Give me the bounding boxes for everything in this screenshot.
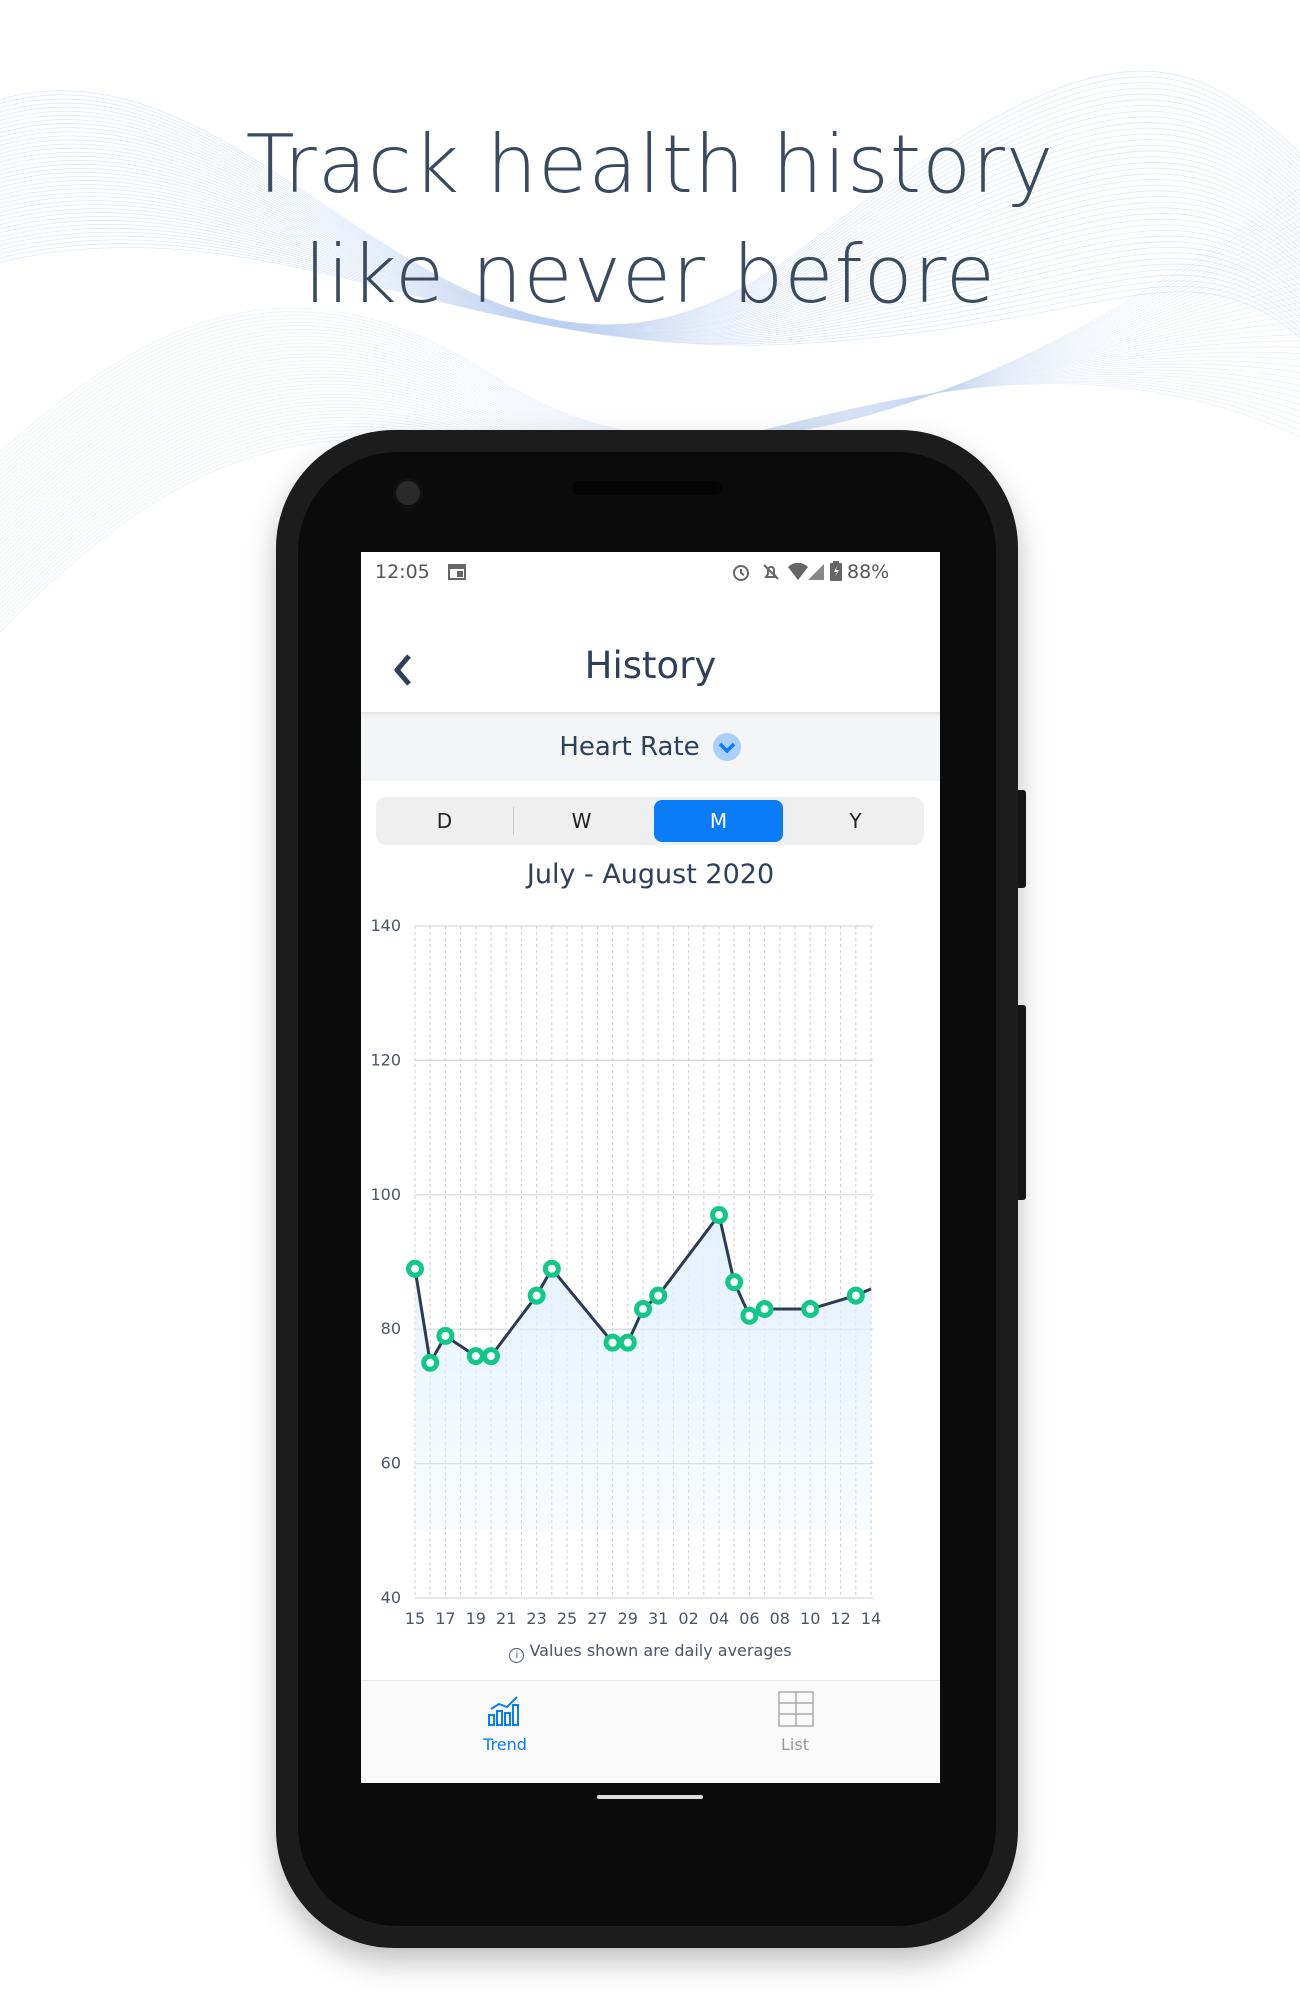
tab-day[interactable]: D: [376, 797, 513, 845]
tab-week[interactable]: W: [513, 797, 650, 845]
x-tick-label: 21: [496, 1609, 516, 1628]
data-point: [801, 1300, 820, 1319]
metric-selector[interactable]: Heart Rate: [361, 712, 940, 781]
x-tick-label: 19: [466, 1609, 486, 1628]
data-point: [710, 1205, 728, 1224]
x-tick-label: 04: [709, 1609, 729, 1628]
tab-month[interactable]: M: [654, 800, 783, 842]
data-point: [725, 1273, 744, 1292]
x-tick-label: 08: [770, 1609, 790, 1628]
wifi-icon: [788, 563, 808, 580]
home-indicator: [597, 1795, 703, 1799]
battery-level: 88%: [847, 561, 890, 583]
tab-year[interactable]: Y: [787, 797, 924, 845]
trend-chart-icon: [488, 1696, 519, 1726]
headline-line-2: like never before: [304, 228, 996, 321]
x-tick-label: 06: [739, 1609, 759, 1628]
volume-button: [1018, 1005, 1026, 1200]
data-point: [649, 1286, 668, 1305]
data-point: [421, 1353, 440, 1372]
headline-line-1: Track health history: [245, 118, 1055, 211]
status-bar: 12:05 88%: [361, 552, 940, 592]
data-point: [603, 1333, 622, 1352]
data-point: [527, 1286, 546, 1305]
x-tick-label: 23: [526, 1609, 546, 1628]
y-tick-label: 60: [381, 1454, 401, 1473]
y-tick-label: 80: [381, 1319, 401, 1338]
y-tick-label: 40: [381, 1588, 401, 1607]
chevron-down-icon: [712, 732, 741, 761]
data-point: [482, 1347, 500, 1366]
data-point: [634, 1300, 652, 1319]
x-tick-label: 12: [830, 1609, 850, 1628]
x-tick-label: 27: [587, 1609, 607, 1628]
footnote: i Values shown are daily averages: [361, 1641, 940, 1663]
x-tick-label: 29: [618, 1609, 638, 1628]
table-grid-icon: [778, 1691, 814, 1727]
data-point: [406, 1259, 424, 1278]
signal-icon: [808, 564, 824, 580]
x-tick-label: 10: [800, 1609, 820, 1628]
x-tick-label: 02: [678, 1609, 698, 1628]
front-camera: [393, 478, 423, 508]
status-time: 12:05: [375, 561, 430, 583]
y-tick-label: 120: [370, 1050, 401, 1069]
period-segmented-control: D W M Y: [376, 797, 924, 845]
footnote-text: Values shown are daily averages: [529, 1641, 792, 1660]
metric-selector-value: Heart Rate: [559, 731, 700, 762]
nav-trend[interactable]: Trend: [425, 1681, 585, 1783]
nav-list-label: List: [781, 1735, 809, 1754]
battery-charging-icon: [830, 561, 842, 581]
info-icon: i: [509, 1648, 525, 1663]
x-tick-label: 15: [405, 1609, 425, 1628]
metric-selector-bar: Heart Rate: [361, 712, 940, 781]
calendar-icon: [448, 564, 466, 580]
data-point: [755, 1300, 774, 1319]
date-range-label: July - August 2020: [526, 859, 775, 890]
earpiece-speaker: [572, 481, 722, 495]
bottom-nav: Trend List: [361, 1680, 940, 1783]
heart-rate-chart: 40 60 80 100 120 140 15 17 19 21 23 25 27 29 31 02 04 06 0…: [370, 916, 881, 1628]
page-title: History: [584, 644, 717, 687]
x-tick-label: 25: [557, 1609, 577, 1628]
x-tick-label: 17: [435, 1609, 455, 1628]
bell-off-icon: [763, 564, 779, 580]
alarm-icon: [733, 565, 749, 581]
data-point: [618, 1333, 637, 1352]
data-point: [436, 1326, 455, 1345]
nav-list[interactable]: List: [715, 1681, 875, 1783]
data-point: [466, 1347, 485, 1366]
y-tick-label: 100: [370, 1185, 401, 1204]
power-button: [1018, 790, 1026, 888]
y-tick-label: 140: [370, 916, 401, 935]
nav-trend-label: Trend: [483, 1735, 527, 1754]
data-point: [542, 1259, 561, 1278]
app-screen: 12:05 88% History Heart Rate D W M Y Jul…: [361, 552, 940, 1783]
data-point: [846, 1286, 865, 1305]
x-tick-label: 14: [861, 1609, 881, 1628]
x-tick-label: 31: [648, 1609, 668, 1628]
data-point: [740, 1306, 759, 1325]
